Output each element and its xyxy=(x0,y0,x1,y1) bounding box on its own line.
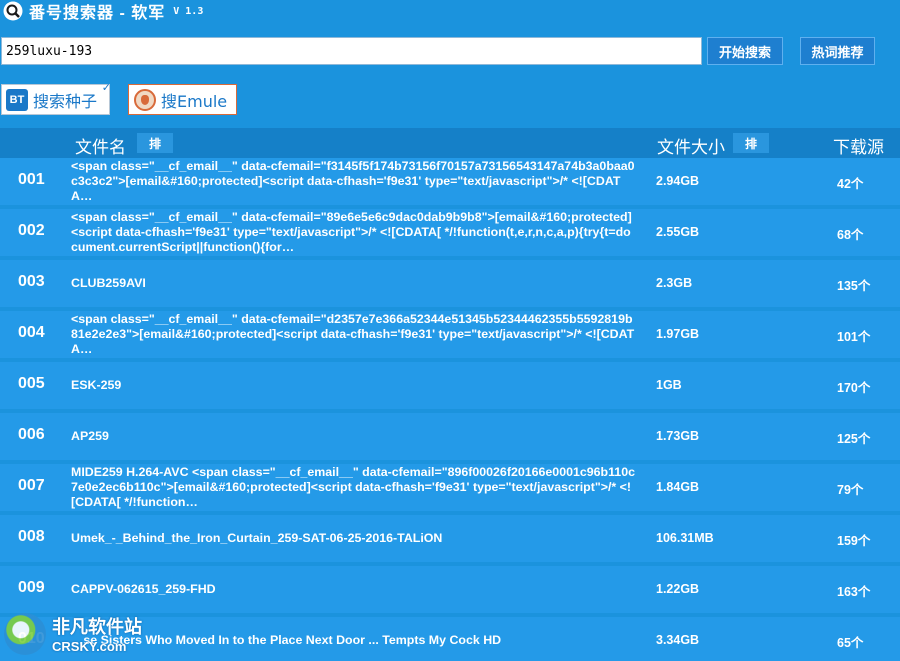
sort-by-name-button[interactable]: 排 xyxy=(137,133,173,153)
result-row[interactable]: 005 ESK-259 1GB 170个 xyxy=(0,362,900,409)
row-number: 006 xyxy=(18,426,45,443)
bt-icon: BT xyxy=(6,88,28,111)
result-row[interactable]: 008 Umek_-_Behind_the_Iron_Curtain_259-S… xyxy=(0,515,900,562)
result-row[interactable]: 004 <span class="__cf_email__" data-cfem… xyxy=(0,311,900,358)
start-search-button[interactable]: 开始搜索 xyxy=(707,37,783,65)
row-filesize: 2.3GB xyxy=(656,276,693,290)
row-source-count: 79个 xyxy=(837,483,864,497)
title-bar: 番号搜索器 - 软军 V 1.3 xyxy=(0,0,900,22)
row-filename: Umek_-_Behind_the_Iron_Curtain_259-SAT-0… xyxy=(71,531,443,545)
watermark-logo-icon xyxy=(4,612,46,655)
app-title: 番号搜索器 - 软军 xyxy=(29,5,166,22)
results-list: 001 <span class="__cf_email__" data-cfem… xyxy=(0,158,900,661)
column-header-filesize: 文件大小 xyxy=(657,138,725,157)
row-source-count: 42个 xyxy=(837,177,864,191)
row-filename: CLUB259AVI xyxy=(71,276,146,290)
app-version: V 1.3 xyxy=(173,5,204,17)
search-emule-label: 搜Emule xyxy=(161,91,228,111)
result-row[interactable]: 001 <span class="__cf_email__" data-cfem… xyxy=(0,158,900,205)
row-source-count: 65个 xyxy=(837,636,864,650)
row-number: 004 xyxy=(18,324,45,341)
result-row[interactable]: 002 <span class="__cf_email__" data-cfem… xyxy=(0,209,900,256)
row-number: 007 xyxy=(18,477,45,494)
search-input[interactable] xyxy=(1,37,702,65)
row-filesize: 1.97GB xyxy=(656,327,700,341)
row-number: 003 xyxy=(18,273,45,290)
row-number: 009 xyxy=(18,579,45,596)
hot-words-button[interactable]: 热词推荐 xyxy=(800,37,875,65)
search-torrent-button[interactable]: BT 搜索种子 ✓ xyxy=(1,82,111,115)
magnifier-icon xyxy=(3,1,23,21)
row-number: 005 xyxy=(18,375,45,392)
row-filesize: 1.84GB xyxy=(656,480,700,494)
row-filename: <span class="__cf_email__" data-cfemail=… xyxy=(71,312,635,356)
row-filesize: 1.73GB xyxy=(656,429,700,443)
row-number: 002 xyxy=(18,222,45,239)
column-header-sources: 下载源 xyxy=(833,138,884,157)
result-row[interactable]: 006 AP259 1.73GB 125个 xyxy=(0,413,900,460)
row-source-count: 125个 xyxy=(837,432,871,446)
column-header-filename: 文件名 xyxy=(75,138,126,157)
row-filesize: 3.34GB xyxy=(656,633,700,647)
row-source-count: 101个 xyxy=(837,330,871,344)
row-source-count: 159个 xyxy=(837,534,871,548)
check-icon: ✓ xyxy=(101,82,111,94)
row-filesize: 106.31MB xyxy=(656,531,714,545)
row-filename: <span class="__cf_email__" data-cfemail=… xyxy=(71,159,635,203)
results-header: 文件名 排 文件大小 排 下载源 xyxy=(0,128,900,158)
row-filesize: 2.55GB xyxy=(656,225,700,239)
row-number: 001 xyxy=(18,171,45,188)
search-torrent-label: 搜索种子 xyxy=(33,93,98,111)
result-row[interactable]: 003 CLUB259AVI 2.3GB 135个 xyxy=(0,260,900,307)
row-filesize: 1.22GB xyxy=(656,582,700,596)
row-source-count: 170个 xyxy=(837,381,871,395)
row-filesize: 2.94GB xyxy=(656,174,700,188)
row-source-count: 163个 xyxy=(837,585,871,599)
row-source-count: 68个 xyxy=(837,228,864,242)
row-filename: AP259 xyxy=(71,429,109,443)
emule-mule-icon xyxy=(134,88,156,111)
row-filename: ESK-259 xyxy=(71,378,122,392)
watermark: 非凡软件站 CRSKY.com xyxy=(0,606,150,661)
watermark-cn: 非凡软件站 xyxy=(52,617,142,637)
row-number: 008 xyxy=(18,528,45,545)
row-filename: MIDE259 H.264-AVC <span class="__cf_emai… xyxy=(71,465,635,509)
row-filesize: 1GB xyxy=(656,378,682,392)
search-emule-button[interactable]: 搜Emule xyxy=(128,84,237,115)
row-source-count: 135个 xyxy=(837,279,871,293)
result-row[interactable]: 007 MIDE259 H.264-AVC <span class="__cf_… xyxy=(0,464,900,511)
row-filename: <span class="__cf_email__" data-cfemail=… xyxy=(71,210,632,254)
watermark-text: 非凡软件站 CRSKY.com xyxy=(52,613,142,654)
row-filename: CAPPV-062615_259-FHD xyxy=(71,582,216,596)
row-filename: …se Sisters Who Moved In to the Place Ne… xyxy=(71,633,502,647)
watermark-en: CRSKY.com xyxy=(52,639,127,654)
sort-by-size-button[interactable]: 排 xyxy=(733,133,769,153)
